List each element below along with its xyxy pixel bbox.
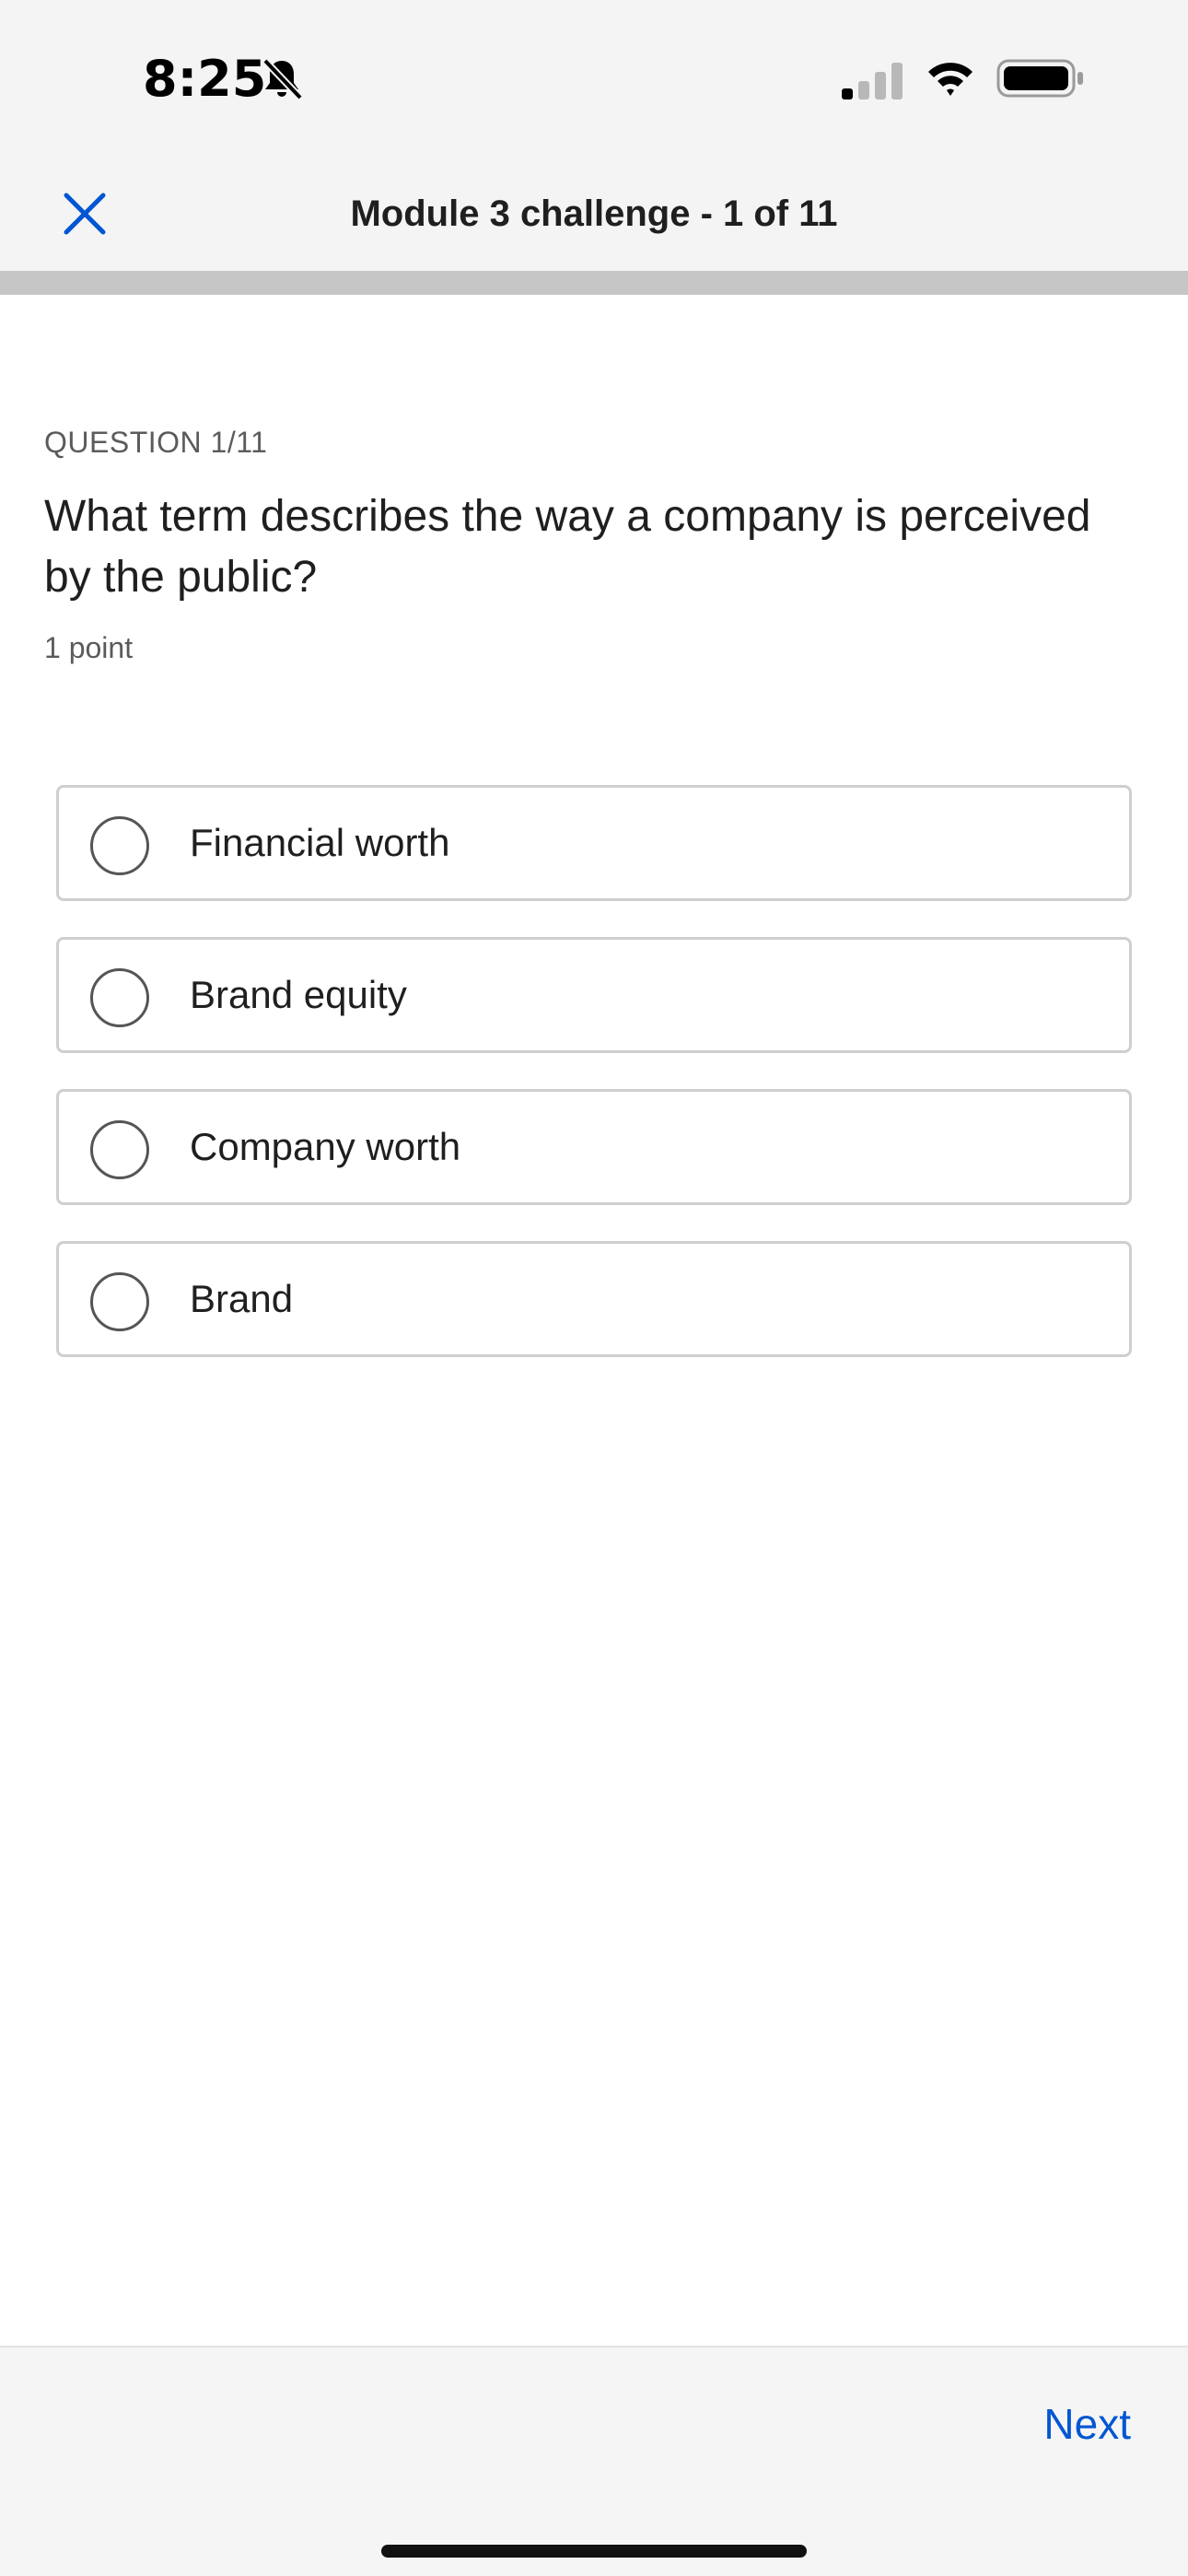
next-button[interactable]: Next [1043, 2399, 1131, 2449]
answer-option-brand[interactable]: Brand [56, 1241, 1132, 1357]
answer-option-label: Brand [190, 1277, 294, 1320]
home-indicator[interactable] [381, 2545, 807, 2558]
radio-button[interactable] [90, 816, 149, 875]
question-number: QUESTION 1/11 [44, 426, 268, 459]
progress-bar [0, 271, 1188, 295]
answer-option-label: Financial worth [190, 821, 450, 864]
radio-button[interactable] [90, 968, 149, 1027]
answer-options: Financial worth Brand equity Company wor… [56, 785, 1132, 1393]
bell-slash-icon [262, 58, 303, 100]
answer-option-company-worth[interactable]: Company worth [56, 1089, 1132, 1205]
close-icon[interactable] [57, 186, 112, 241]
radio-button[interactable] [90, 1120, 149, 1179]
battery-icon [996, 59, 1083, 98]
header-bar: Module 3 challenge - 1 of 11 [0, 157, 1188, 271]
footer-bar: Next [0, 2346, 1188, 2576]
question-points: 1 point [44, 631, 134, 664]
status-bar: 8:25 [0, 0, 1188, 157]
answer-option-financial-worth[interactable]: Financial worth [56, 785, 1132, 901]
page-title: Module 3 challenge - 1 of 11 [350, 193, 838, 234]
wifi-icon [928, 63, 973, 96]
question-text: What term describes the way a company is… [44, 492, 1091, 602]
quiz-screen: 8:25 Module 3 challenge - 1 of 11 QUESTI… [0, 0, 1188, 2576]
answer-option-label: Brand equity [190, 973, 407, 1016]
answer-option-label: Company worth [190, 1125, 461, 1168]
cellular-signal-icon [842, 63, 903, 100]
answer-option-brand-equity[interactable]: Brand equity [56, 937, 1132, 1053]
radio-button[interactable] [90, 1272, 149, 1331]
status-time: 8:25 [143, 50, 267, 108]
